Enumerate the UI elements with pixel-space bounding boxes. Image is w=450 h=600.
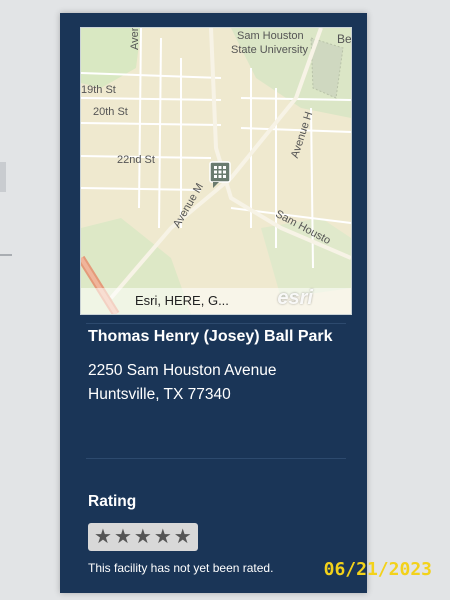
star-icon[interactable]: ★ (154, 526, 172, 548)
map-label-sam-houston-1: Sam Houston (237, 30, 304, 42)
rating-note: This facility has not yet been rated. (88, 561, 274, 575)
facility-card: Sam Houston State University Be 19th St … (60, 13, 367, 593)
map-label-20th-st: 20th St (93, 106, 128, 118)
facility-info: Thomas Henry (Josey) Ball Park 2250 Sam … (88, 325, 348, 407)
map-label-19th-st: 19th St (81, 84, 116, 96)
map-label-avenue-i: Avenue I (129, 27, 141, 50)
map-attribution-text[interactable]: Esri, HERE, G... (135, 293, 229, 308)
star-icon[interactable]: ★ (134, 526, 152, 548)
photo-date-stamp: 06/21/2023 (323, 559, 432, 580)
divider-bottom (86, 458, 346, 459)
side-tab (0, 162, 6, 192)
star-icon[interactable]: ★ (94, 526, 112, 548)
facility-address: 2250 Sam Houston Avenue Huntsville, TX 7… (88, 359, 348, 407)
facility-name: Thomas Henry (Josey) Ball Park (88, 328, 333, 345)
rating-title: Rating (88, 493, 137, 510)
address-line-1: 2250 Sam Houston Avenue (88, 362, 277, 379)
map-label-sam-houston-2: State University (231, 44, 309, 56)
side-divider (0, 254, 12, 256)
star-rating[interactable]: ★ ★ ★ ★ ★ (88, 523, 198, 551)
esri-logo: esri (277, 287, 313, 309)
star-icon[interactable]: ★ (114, 526, 132, 548)
facility-map[interactable]: Sam Houston State University Be 19th St … (80, 27, 352, 315)
address-line-2: Huntsville, TX 77340 (88, 386, 231, 403)
map-attribution-bar: Esri, HERE, G... esri (81, 287, 351, 314)
map-label-22nd-st: 22nd St (117, 154, 155, 166)
map-label-corner: Be (337, 32, 352, 46)
divider-top (86, 323, 346, 324)
rating-section: Rating ★ ★ ★ ★ ★ This facility has not y… (88, 493, 348, 575)
star-icon[interactable]: ★ (174, 526, 192, 548)
facility-marker-icon[interactable] (209, 161, 231, 189)
